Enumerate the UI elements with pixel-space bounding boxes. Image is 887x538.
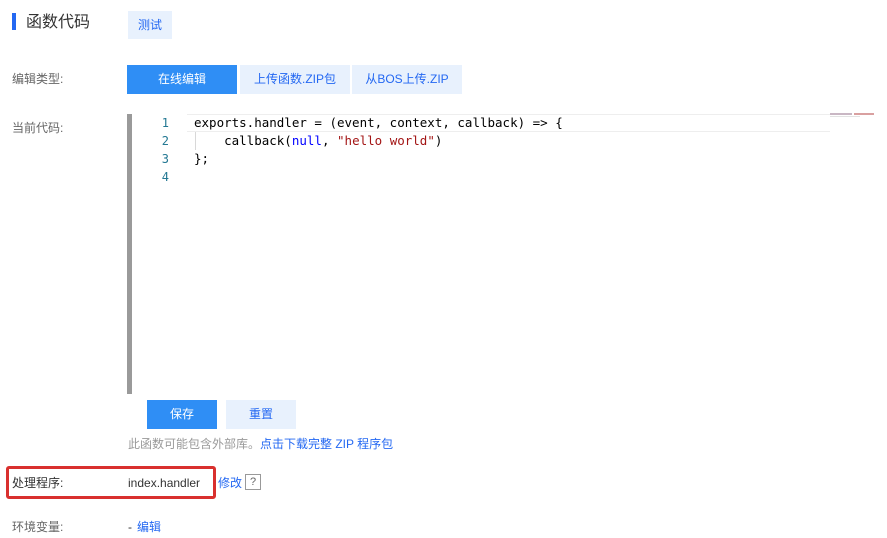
env-vars-value: - <box>128 520 132 534</box>
help-icon[interactable]: ? <box>245 474 261 490</box>
line-number: 4 <box>161 170 169 184</box>
title-accent-bar <box>12 13 16 30</box>
notice-text: 此函数可能包含外部库。 <box>128 437 261 451</box>
external-lib-notice: 此函数可能包含外部库。点击下载完整 ZIP 程序包 <box>128 436 393 452</box>
env-vars-label: 环境变量: <box>12 520 64 534</box>
tab-online-edit[interactable]: 在线编辑 <box>127 65 237 94</box>
code-token-keyword: null <box>291 133 322 148</box>
line-number: 1 <box>161 116 169 130</box>
tab-upload-zip[interactable]: 上传函数.ZIP包 <box>240 65 350 94</box>
code-line[interactable]: exports.handler = (event, context, callb… <box>194 114 563 132</box>
tab-bos-upload[interactable]: 从BOS上传.ZIP <box>352 65 462 94</box>
save-button[interactable]: 保存 <box>147 400 217 429</box>
minimap-line <box>830 116 860 117</box>
line-number: 2 <box>161 134 169 148</box>
handler-value: index.handler <box>128 476 201 490</box>
code-token: , <box>321 133 338 148</box>
code-token: ) <box>434 133 443 148</box>
code-token: callback( <box>194 133 292 148</box>
editor-gutter-bar <box>127 114 132 394</box>
code-editor[interactable]: 1 2 3 4 exports.handler = (event, contex… <box>127 114 830 394</box>
handler-label: 处理程序: <box>12 476 64 490</box>
modify-handler-link[interactable]: 修改 <box>218 475 242 491</box>
line-number: 3 <box>161 152 169 166</box>
editor-minimap[interactable] <box>830 113 880 117</box>
minimap-line <box>854 113 874 115</box>
reset-button[interactable]: 重置 <box>226 400 296 429</box>
page-title: 函数代码 <box>26 14 91 31</box>
code-token-string: "hello world" <box>337 133 435 148</box>
test-button[interactable]: 测试 <box>128 11 172 39</box>
current-code-label: 当前代码: <box>12 121 64 135</box>
download-zip-link[interactable]: 点击下载完整 ZIP 程序包 <box>260 437 393 451</box>
code-line[interactable]: callback(null, "hello world") <box>194 132 442 150</box>
code-line[interactable]: }; <box>194 150 209 168</box>
edit-type-label: 编辑类型: <box>12 72 64 86</box>
edit-env-link[interactable]: 编辑 <box>137 519 161 535</box>
minimap-line <box>830 113 852 115</box>
